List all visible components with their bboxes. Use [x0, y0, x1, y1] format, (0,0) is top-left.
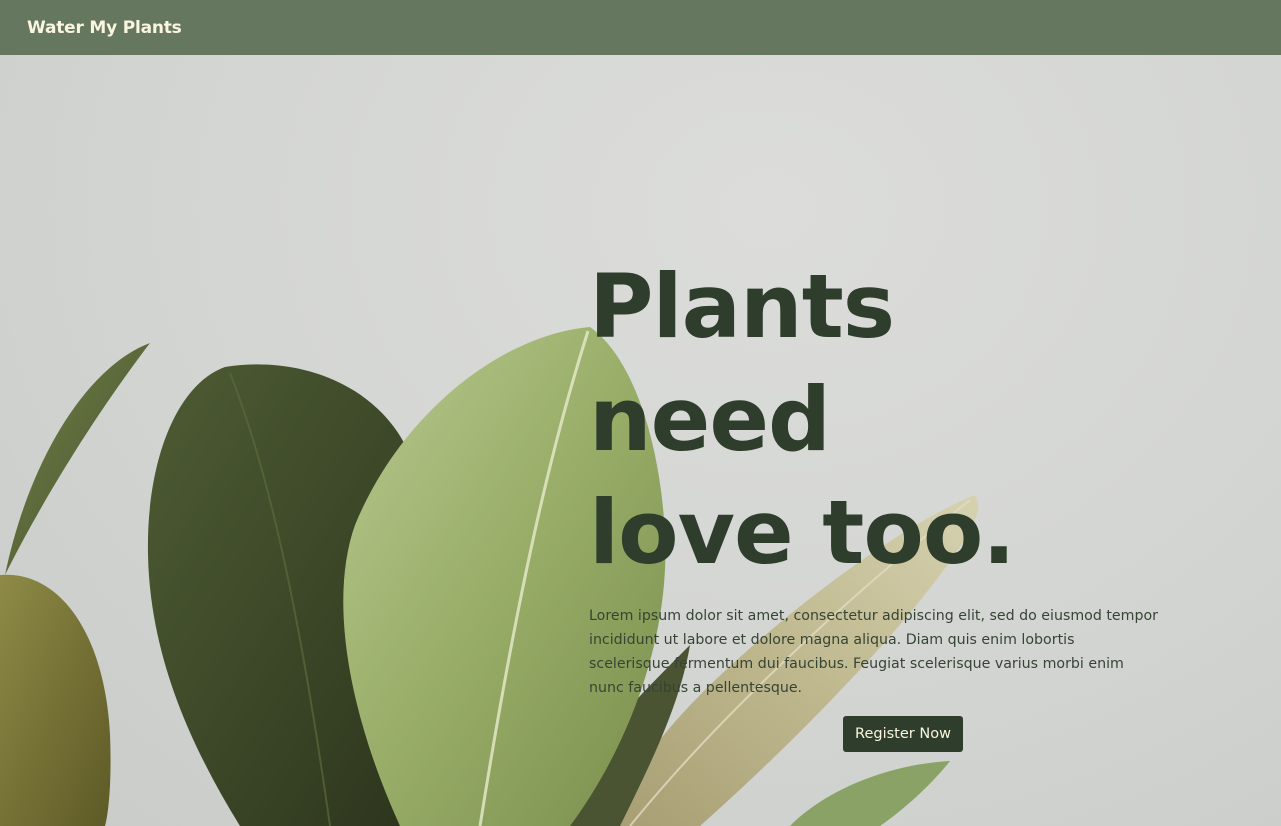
brand-link[interactable]: Water My Plants: [27, 18, 182, 38]
hero-description: Lorem ipsum dolor sit amet, consectetur …: [589, 608, 1158, 696]
hero-headline-line-1: Plants need: [589, 255, 895, 471]
register-now-button[interactable]: Register Now: [843, 716, 963, 752]
hero-content: Plants need love too. Lorem ipsum dolor …: [589, 250, 1164, 752]
hero-headline-line-2: love too.: [589, 481, 1016, 584]
hero-section: Plants need love too. Lorem ipsum dolor …: [0, 55, 1281, 826]
hero-headline: Plants need love too.: [589, 250, 1164, 589]
top-navbar: Water My Plants: [0, 0, 1281, 55]
cta-container: Register Now: [589, 716, 1217, 752]
